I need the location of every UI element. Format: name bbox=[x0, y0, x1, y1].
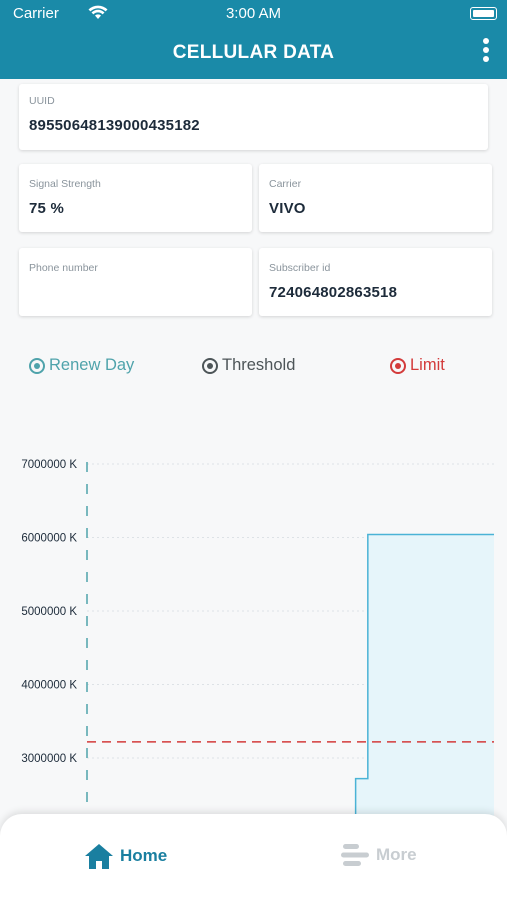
subscriber-label: Subscriber id bbox=[269, 262, 331, 274]
y-tick-label: 6000000 K bbox=[21, 533, 77, 545]
usage-area bbox=[355, 534, 494, 820]
menu-lines-icon bbox=[341, 844, 369, 866]
home-icon bbox=[85, 844, 113, 869]
uuid-card: UUID 89550648139000435182 bbox=[19, 84, 488, 150]
carrier-card: Carrier VIVO bbox=[259, 164, 492, 232]
radio-dot-icon bbox=[202, 357, 218, 374]
uuid-value: 89550648139000435182 bbox=[29, 117, 200, 134]
uuid-label: UUID bbox=[29, 95, 55, 107]
y-tick-label: 4000000 K bbox=[21, 680, 77, 692]
battery-icon bbox=[470, 7, 497, 20]
tab-bar: Home More bbox=[0, 814, 507, 900]
subscriber-card: Subscriber id 724064802863518 bbox=[259, 248, 492, 316]
phone-label: Phone number bbox=[29, 262, 98, 274]
tab-home-label: Home bbox=[120, 846, 168, 865]
legend-limit-label: Limit bbox=[410, 356, 445, 374]
status-bar: Carrier 3:00 AM bbox=[0, 4, 507, 24]
tab-more[interactable]: More bbox=[340, 842, 417, 868]
carrier-card-value: VIVO bbox=[269, 200, 306, 217]
tab-more-label: More bbox=[376, 845, 417, 864]
signal-card: Signal Strength 75 % bbox=[19, 164, 252, 232]
usage-chart-svg: 7000000 K 6000000 K 5000000 K 4000000 K 3000… bbox=[21, 459, 494, 820]
usage-chart: 7000000 K 6000000 K 5000000 K 4000000 K 3000… bbox=[0, 440, 507, 820]
subscriber-value: 724064802863518 bbox=[269, 284, 398, 301]
legend-threshold[interactable]: Threshold bbox=[202, 356, 295, 375]
signal-value: 75 % bbox=[29, 200, 64, 217]
radio-dot-icon bbox=[390, 357, 406, 374]
y-tick-label: 5000000 K bbox=[21, 606, 77, 618]
legend-renew-label: Renew Day bbox=[49, 356, 135, 374]
legend-renew-day[interactable]: Renew Day bbox=[29, 356, 134, 375]
signal-label: Signal Strength bbox=[29, 178, 101, 190]
y-tick-label: 7000000 K bbox=[21, 459, 77, 471]
carrier-card-label: Carrier bbox=[269, 178, 302, 190]
app-header: Carrier 3:00 AM CELLULAR DATA bbox=[0, 0, 507, 79]
radio-dot-icon bbox=[29, 357, 45, 374]
legend-threshold-label: Threshold bbox=[222, 356, 296, 374]
clock: 3:00 AM bbox=[225, 5, 282, 22]
page-title: CELLULAR DATA bbox=[172, 42, 335, 63]
phone-card: Phone number bbox=[19, 248, 252, 316]
y-tick-label: 3000000 K bbox=[21, 753, 77, 765]
legend-limit[interactable]: Limit bbox=[390, 356, 445, 375]
tab-home[interactable]: Home bbox=[84, 842, 167, 870]
more-vertical-icon[interactable] bbox=[481, 38, 491, 68]
